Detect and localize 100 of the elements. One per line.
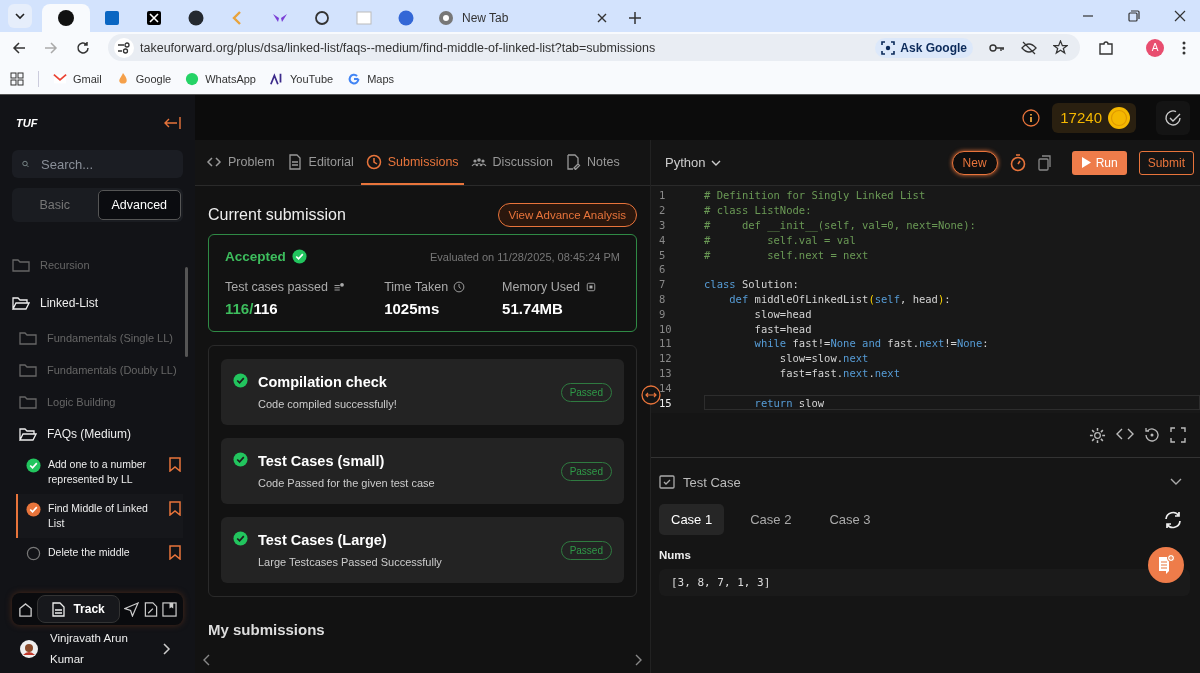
bookmark-link[interactable]: YouTube bbox=[269, 71, 334, 86]
code-line: fast=head bbox=[753, 322, 812, 335]
copy-icon[interactable] bbox=[1037, 154, 1052, 171]
code-line: # self.next = next bbox=[704, 248, 869, 261]
folder-item[interactable]: Linked-List bbox=[12, 284, 183, 322]
check-title: Test Cases (small) bbox=[258, 453, 386, 469]
plus-icon[interactable] bbox=[628, 11, 642, 25]
track-button[interactable]: Track bbox=[37, 595, 120, 623]
chevron-left-icon[interactable] bbox=[202, 654, 210, 666]
bookmark-link[interactable]: Gmail bbox=[53, 71, 102, 86]
star-icon[interactable] bbox=[1053, 40, 1068, 55]
send-icon[interactable] bbox=[124, 601, 140, 617]
new-button[interactable]: New bbox=[951, 150, 998, 175]
submit-button[interactable]: Submit bbox=[1138, 150, 1194, 175]
case-tab[interactable]: Case 2 bbox=[738, 504, 804, 535]
address-bar[interactable]: takeuforward.org/plus/dsa/linked-list/faqs--medium/find-middle-of-linked-list?tab=submissions Ask Google bbox=[108, 34, 1080, 61]
profile-avatar[interactable]: A bbox=[1146, 38, 1164, 57]
stat-value: 51.74MB bbox=[502, 300, 564, 317]
close-icon[interactable] bbox=[1174, 10, 1186, 22]
code-line: class Solution: bbox=[704, 278, 799, 291]
stat-label: Time Taken bbox=[384, 280, 449, 294]
bookmark-icon[interactable] bbox=[169, 457, 181, 472]
google-icon bbox=[347, 71, 362, 86]
check-circle-icon bbox=[233, 531, 248, 546]
case-tab[interactable]: Case 1 bbox=[659, 504, 725, 535]
search-field[interactable]: Search... bbox=[39, 155, 173, 173]
site-info-icon[interactable] bbox=[114, 37, 134, 58]
home-icon[interactable] bbox=[18, 601, 33, 617]
user-name: Vinjravath Arun Kumar bbox=[50, 631, 129, 667]
panel-tab[interactable]: Problem bbox=[201, 140, 280, 185]
chevron-right-icon[interactable] bbox=[163, 643, 171, 655]
problem-item[interactable]: Delete the middle bbox=[16, 538, 183, 568]
square-icon bbox=[104, 10, 120, 26]
close-icon[interactable] bbox=[596, 12, 608, 24]
ask-google-button[interactable]: Ask Google bbox=[875, 37, 973, 58]
mode-tab[interactable]: Basic bbox=[14, 190, 96, 220]
puzzle-icon[interactable] bbox=[1098, 39, 1114, 56]
note-icon bbox=[565, 153, 582, 170]
settings-icon[interactable] bbox=[1089, 427, 1106, 444]
history-icon[interactable] bbox=[1144, 427, 1160, 443]
bookmark-link[interactable]: Google bbox=[115, 71, 172, 86]
reload-icon[interactable] bbox=[76, 40, 90, 55]
fullscreen-icon[interactable] bbox=[1170, 427, 1186, 443]
list-icon bbox=[332, 281, 345, 293]
line-number: 7 bbox=[658, 278, 667, 291]
code-icon[interactable] bbox=[1116, 427, 1134, 441]
resize-handle-icon[interactable] bbox=[641, 385, 661, 405]
progress-button[interactable] bbox=[1156, 100, 1190, 135]
analysis-button[interactable]: View Advance Analysis bbox=[497, 203, 637, 227]
bookmark-link[interactable]: WhatsApp bbox=[185, 71, 256, 86]
code-line: def middleOfLinkedList(self, head): bbox=[728, 292, 951, 305]
input-label: Nums bbox=[659, 549, 692, 561]
search-field[interactable]: Search... bbox=[12, 150, 183, 178]
eye-off-icon[interactable] bbox=[1021, 40, 1037, 55]
code-line: # self.val = val bbox=[704, 233, 856, 246]
panel-title: Test Case bbox=[683, 474, 741, 490]
line-number: 2 bbox=[658, 204, 667, 217]
key-icon[interactable] bbox=[989, 41, 1005, 54]
chevron-right-icon[interactable] bbox=[635, 654, 643, 666]
problem-item[interactable]: Add one to a number represented by LL bbox=[16, 450, 183, 494]
line-number: 14 bbox=[658, 381, 673, 394]
panel-tab[interactable]: Discussion bbox=[465, 140, 559, 185]
tab-list-button[interactable] bbox=[8, 4, 32, 28]
case-tab[interactable]: Case 3 bbox=[817, 504, 883, 535]
logo[interactable]: TUF bbox=[16, 116, 38, 129]
file-edit-icon[interactable] bbox=[143, 601, 158, 617]
lens-icon bbox=[881, 40, 896, 55]
info-icon[interactable] bbox=[1022, 108, 1041, 127]
bookmark-icon[interactable] bbox=[169, 545, 181, 560]
panel-tab[interactable]: Submissions bbox=[360, 140, 464, 185]
folder-item[interactable]: FAQs (Medium) bbox=[12, 418, 183, 450]
mode-tab[interactable]: Advanced bbox=[97, 190, 181, 220]
refresh-icon[interactable] bbox=[1164, 510, 1182, 529]
language-dropdown[interactable]: Python bbox=[659, 154, 728, 171]
coin-counter[interactable]: 17240 bbox=[1052, 102, 1136, 133]
code-line: # def __init__(self, val=0, next=None): bbox=[704, 219, 976, 231]
line-number: 4 bbox=[658, 233, 667, 246]
circle-icon bbox=[58, 10, 74, 26]
document-icon bbox=[52, 601, 66, 617]
add-note-button[interactable] bbox=[1148, 547, 1184, 583]
problem-item[interactable]: Find Middle of Linked List bbox=[16, 494, 183, 538]
back-icon[interactable] bbox=[12, 40, 26, 55]
bookmark-icon[interactable] bbox=[169, 501, 181, 516]
code-line: while fast!=None and fast.next!=None: bbox=[753, 337, 989, 350]
browser-tab[interactable] bbox=[42, 4, 90, 32]
check-circle-icon bbox=[233, 373, 248, 388]
input-field[interactable]: [3, 8, 7, 1, 3] bbox=[659, 569, 1190, 596]
check-title: Compilation check bbox=[258, 374, 388, 390]
restore-icon[interactable] bbox=[1128, 10, 1140, 22]
browser-tab[interactable]: New Tab bbox=[428, 4, 618, 32]
panel-tab[interactable]: Editorial bbox=[281, 140, 359, 185]
menu-icon[interactable] bbox=[1182, 40, 1186, 55]
chevron-down-icon[interactable] bbox=[1170, 478, 1182, 486]
timer-icon[interactable] bbox=[1009, 153, 1026, 172]
panel-tab[interactable]: Notes bbox=[560, 140, 625, 185]
bookmark-icon[interactable] bbox=[162, 601, 177, 617]
bookmark-link[interactable]: Maps bbox=[347, 71, 395, 86]
avatar-icon[interactable] bbox=[20, 640, 38, 658]
apps-grid-icon[interactable] bbox=[10, 71, 24, 86]
collapse-icon[interactable] bbox=[163, 115, 181, 130]
